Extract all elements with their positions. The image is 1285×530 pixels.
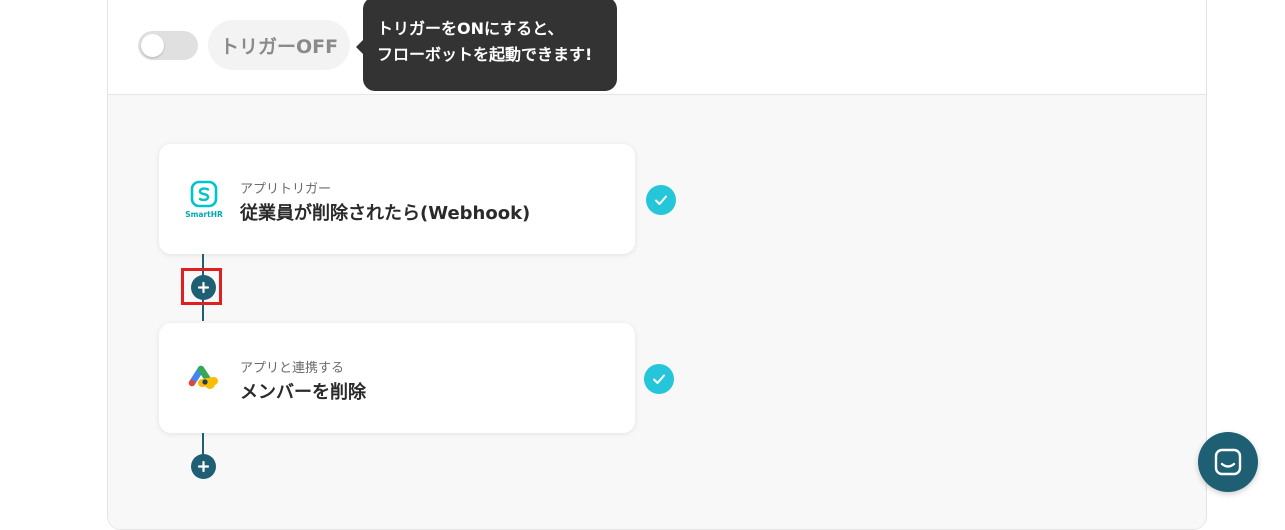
flow-header: トリガーOFF トリガーをONにすると、 フローボットを起動できます!	[108, 0, 1206, 95]
step-title: 従業員が削除されたら(Webhook)	[240, 203, 531, 224]
step-subtitle: アプリトリガー	[240, 182, 332, 197]
step-title: メンバーを削除	[240, 382, 366, 403]
check-icon	[646, 185, 676, 215]
highlight-box	[181, 268, 222, 305]
trigger-tooltip: トリガーをONにすると、 フローボットを起動できます!	[356, 0, 617, 91]
step-card-action[interactable]: アプリと連携する メンバーを削除	[159, 323, 635, 433]
check-icon	[644, 364, 674, 394]
tooltip-line-1: トリガーをONにすると、	[377, 19, 564, 38]
step-subtitle: アプリと連携する	[240, 361, 345, 376]
chat-icon	[1214, 448, 1242, 476]
chat-support-button[interactable]	[1198, 432, 1258, 492]
trigger-status-label: トリガーOFF	[208, 20, 350, 70]
step-card-trigger[interactable]: SmartHR アプリトリガー 従業員が削除されたら(Webhook)	[159, 144, 635, 254]
tooltip-arrow	[356, 40, 363, 54]
google-workspace-logo-icon	[183, 359, 225, 399]
add-step-button[interactable]	[191, 454, 216, 479]
toggle-knob	[141, 34, 164, 57]
trigger-toggle[interactable]	[138, 31, 198, 60]
flow-editor-panel: トリガーOFF トリガーをONにすると、 フローボットを起動できます! Smar…	[107, 0, 1207, 530]
smarthr-wordmark: SmartHR	[185, 210, 223, 219]
plus-icon	[197, 460, 210, 473]
smarthr-logo-icon: SmartHR	[183, 180, 225, 220]
tooltip-line-2: フローボットを起動できます!	[377, 45, 593, 64]
